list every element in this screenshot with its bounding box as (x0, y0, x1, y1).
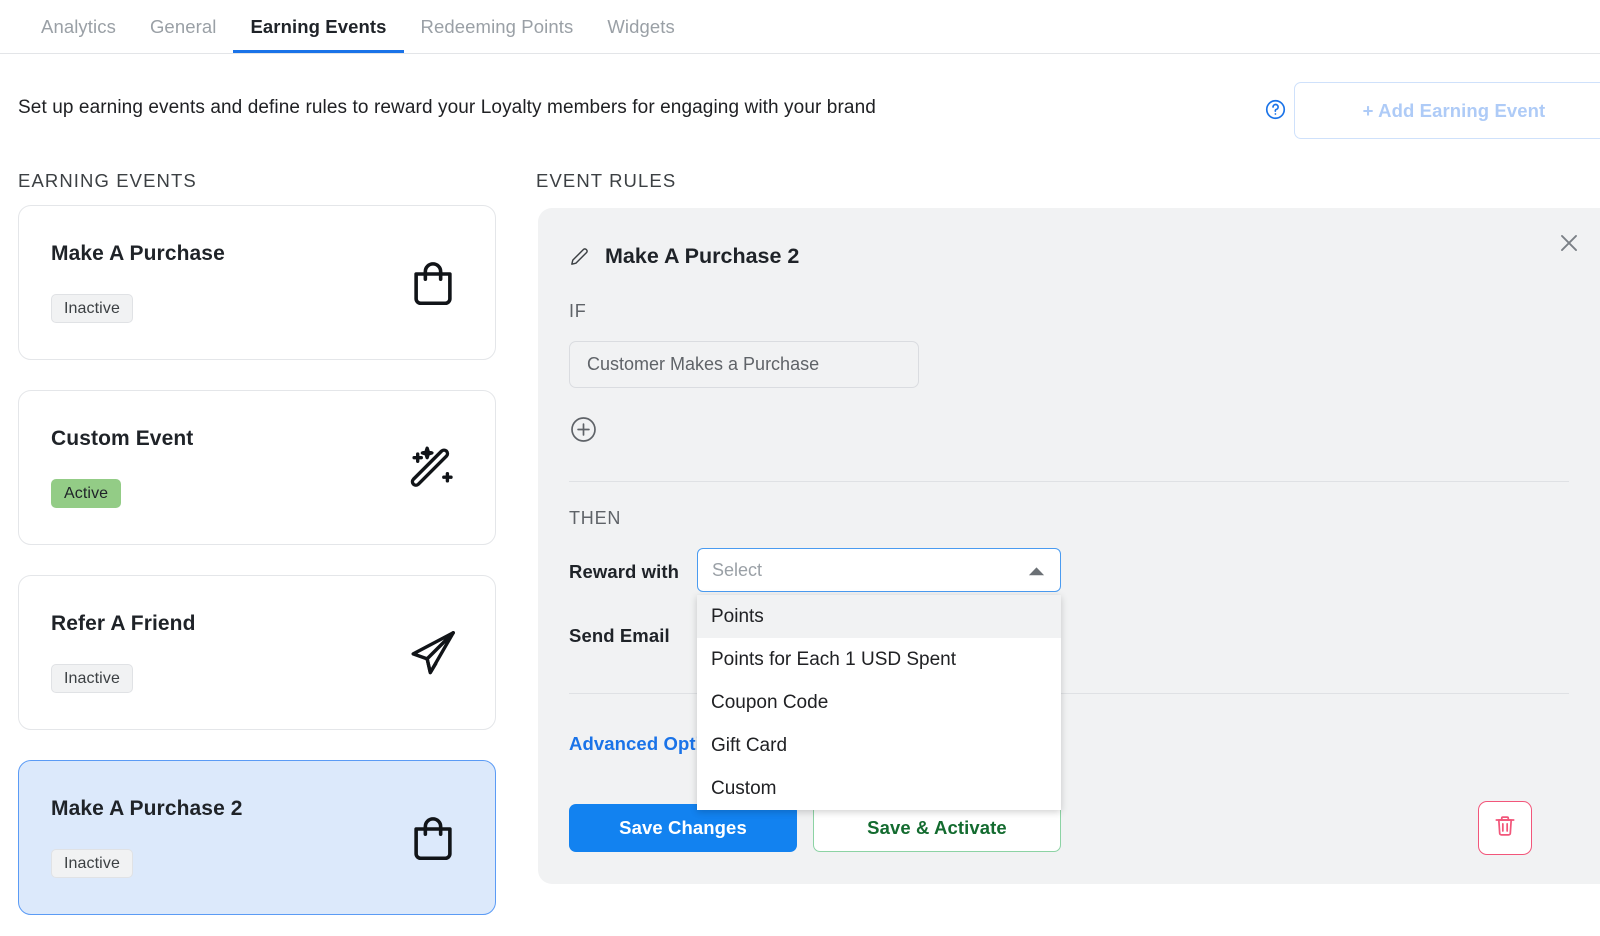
close-icon[interactable] (1556, 230, 1582, 256)
event-rules-panel: Make A Purchase 2 IF Customer Makes a Pu… (538, 208, 1600, 884)
if-condition-field[interactable]: Customer Makes a Purchase (569, 341, 919, 388)
status-badge: Inactive (51, 664, 133, 693)
rule-title: Make A Purchase 2 (605, 244, 799, 269)
tab-label: Earning Events (250, 16, 386, 38)
tab-label: Redeeming Points (421, 16, 574, 38)
status-badge: Active (51, 479, 121, 508)
tab-earning-events[interactable]: Earning Events (233, 0, 403, 53)
event-card-title: Make A Purchase 2 (51, 797, 243, 821)
add-earning-event-button[interactable]: + Add Earning Event (1294, 82, 1600, 139)
status-badge: Inactive (51, 294, 133, 323)
then-keyword: THEN (569, 508, 621, 529)
dropdown-option-gift-card[interactable]: Gift Card (697, 724, 1061, 767)
rule-title-row: Make A Purchase 2 (568, 244, 799, 269)
delete-event-button[interactable] (1478, 801, 1532, 855)
paper-plane-icon (406, 626, 460, 680)
tab-label: Widgets (607, 16, 675, 38)
tab-general[interactable]: General (133, 0, 234, 53)
event-rules-section-label: EVENT RULES (536, 170, 676, 192)
reward-with-placeholder: Select (712, 560, 1027, 581)
tab-bar: Analytics General Earning Events Redeemi… (0, 0, 1600, 54)
dropdown-option-points[interactable]: Points (697, 595, 1061, 638)
tab-redeeming-points[interactable]: Redeeming Points (404, 0, 591, 53)
event-card-custom-event[interactable]: Custom Event Active (18, 390, 496, 545)
trash-icon (1492, 813, 1518, 844)
earning-events-section-label: EARNING EVENTS (18, 170, 197, 192)
event-card-title: Custom Event (51, 427, 193, 451)
reward-with-dropdown[interactable]: Points Points for Each 1 USD Spent Coupo… (697, 595, 1061, 810)
shopping-bag-icon (406, 811, 460, 865)
status-badge: Inactive (51, 849, 133, 878)
dropdown-option-points-per-usd[interactable]: Points for Each 1 USD Spent (697, 638, 1061, 681)
shopping-bag-icon (406, 256, 460, 310)
if-condition-value: Customer Makes a Purchase (587, 354, 819, 375)
event-card-make-a-purchase[interactable]: Make A Purchase Inactive (18, 205, 496, 360)
event-card-title: Make A Purchase (51, 242, 225, 266)
add-earning-event-label: + Add Earning Event (1363, 100, 1546, 122)
dropdown-option-coupon-code[interactable]: Coupon Code (697, 681, 1061, 724)
question-circle-icon[interactable] (1265, 99, 1286, 120)
reward-with-label: Reward with (569, 561, 679, 583)
page-description: Set up earning events and define rules t… (18, 97, 876, 119)
if-keyword: IF (569, 301, 587, 322)
dropdown-option-custom[interactable]: Custom (697, 767, 1061, 810)
tab-widgets[interactable]: Widgets (590, 0, 692, 53)
divider-top (569, 481, 1569, 482)
reward-with-select[interactable]: Select (697, 548, 1061, 592)
earning-events-list: Make A Purchase Inactive Custom Event Ac… (18, 205, 496, 936)
save-and-activate-label: Save & Activate (867, 817, 1007, 839)
save-and-activate-button[interactable]: Save & Activate (813, 804, 1061, 852)
page-subheader: Set up earning events and define rules t… (0, 54, 1600, 166)
tab-label: Analytics (41, 16, 116, 38)
event-card-make-a-purchase-2[interactable]: Make A Purchase 2 Inactive (18, 760, 496, 915)
save-changes-button[interactable]: Save Changes (569, 804, 797, 852)
magic-wand-icon (406, 441, 460, 495)
tab-analytics[interactable]: Analytics (24, 0, 133, 53)
save-changes-label: Save Changes (619, 817, 747, 839)
plus-circle-icon[interactable] (569, 415, 598, 444)
event-card-refer-a-friend[interactable]: Refer A Friend Inactive (18, 575, 496, 730)
caret-up-icon (1027, 564, 1046, 576)
pencil-icon[interactable] (568, 245, 591, 268)
send-email-label: Send Email (569, 625, 670, 647)
event-card-title: Refer A Friend (51, 612, 196, 636)
tab-label: General (150, 16, 217, 38)
